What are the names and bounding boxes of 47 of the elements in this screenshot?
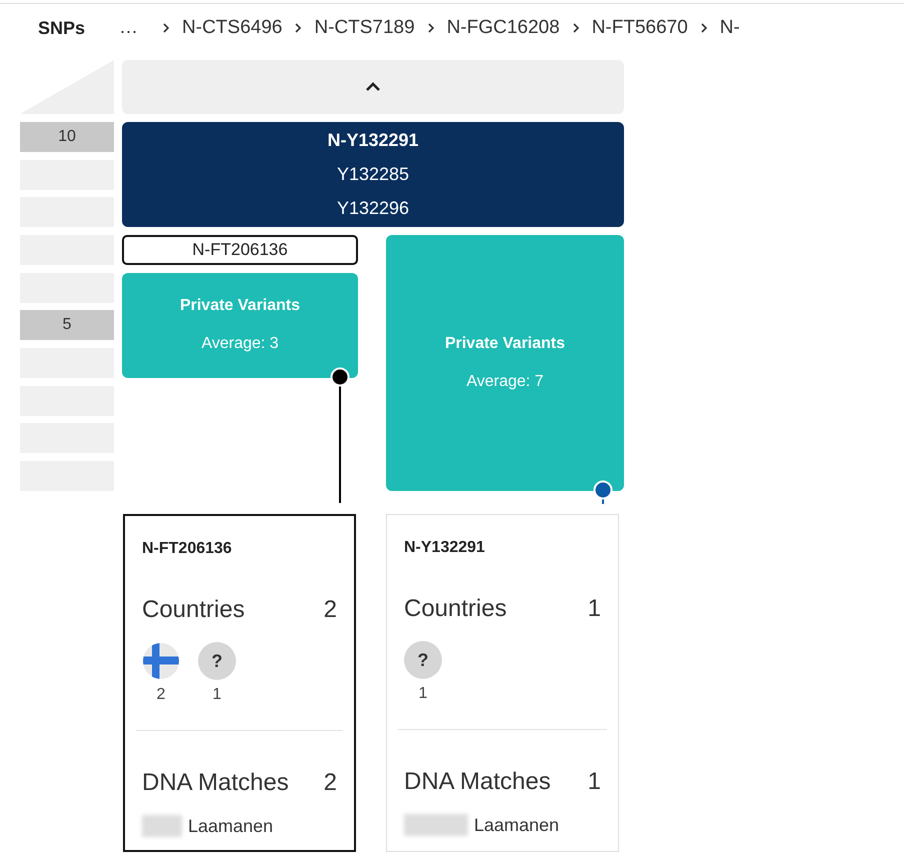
node-name: N-Y132291	[327, 130, 419, 152]
breadcrumb-link[interactable]: N-CTS7189	[314, 17, 415, 39]
scale-cell: 10	[20, 122, 114, 152]
breadcrumb-link[interactable]: N-	[720, 17, 740, 39]
snp-label: Y132285	[336, 164, 410, 186]
match-name: Laamanen	[188, 816, 274, 837]
chevron-right-icon	[572, 22, 580, 34]
count-text: 1	[418, 685, 428, 704]
section-heading: DNA Matches	[142, 769, 289, 798]
redacted-name	[404, 814, 468, 836]
breadcrumb-link[interactable]: N-FT56670	[592, 17, 688, 39]
node-detail-card[interactable]: N-FT206136 Countries 2 2 ? 1 DNA Matches 2 Laamanen	[123, 514, 356, 852]
breadcrumb-link[interactable]: N-FGC16208	[446, 17, 560, 39]
snp-label: Y132296	[336, 198, 410, 219]
collapse-button[interactable]	[122, 60, 624, 114]
parent-node[interactable]: N-Y132291 Y132285 Y132296	[122, 122, 624, 228]
average-text: Average: 3	[201, 335, 279, 354]
breadcrumb-link[interactable]: N-CTS6496	[182, 17, 282, 39]
chevron-right-icon	[426, 22, 435, 34]
branch-label[interactable]: N-FT206136	[122, 235, 358, 266]
section-heading: DNA Matches	[404, 768, 551, 796]
card-title: Private Variants	[444, 335, 566, 354]
node-detail-card[interactable]: N-Y132291 Countries 1 ? 1 DNA Matches 1 Laamanen	[386, 514, 619, 852]
count-text: 2	[156, 686, 166, 704]
redacted-name	[142, 815, 182, 838]
average-text: Average: 7	[466, 373, 544, 392]
count-text: 1	[212, 686, 222, 704]
chevron-right-icon	[294, 22, 302, 34]
count-text: 2	[324, 769, 337, 798]
unknown-country-badge: ?	[404, 641, 442, 680]
node-name: N-Y132291	[404, 539, 486, 558]
node-name: N-FT206136	[142, 540, 233, 558]
breadcrumb-link[interactable]: …	[119, 17, 140, 39]
section-heading: Countries	[404, 595, 507, 624]
cross-flag-icon	[142, 642, 180, 680]
caret-up-icon	[365, 82, 381, 92]
match-name: Laamanen	[474, 814, 560, 836]
chevron-right-icon	[162, 22, 170, 34]
count-text: 1	[588, 595, 601, 624]
card-title: Private Variants	[180, 297, 300, 316]
section-heading: Countries	[142, 596, 245, 624]
unknown-country-badge: ?	[198, 642, 236, 680]
section-label: SNPs	[38, 18, 86, 38]
scale-cell: 5	[20, 310, 114, 340]
count-text: 2	[324, 596, 337, 624]
chevron-right-icon	[700, 22, 708, 34]
count-text: 1	[588, 768, 601, 796]
